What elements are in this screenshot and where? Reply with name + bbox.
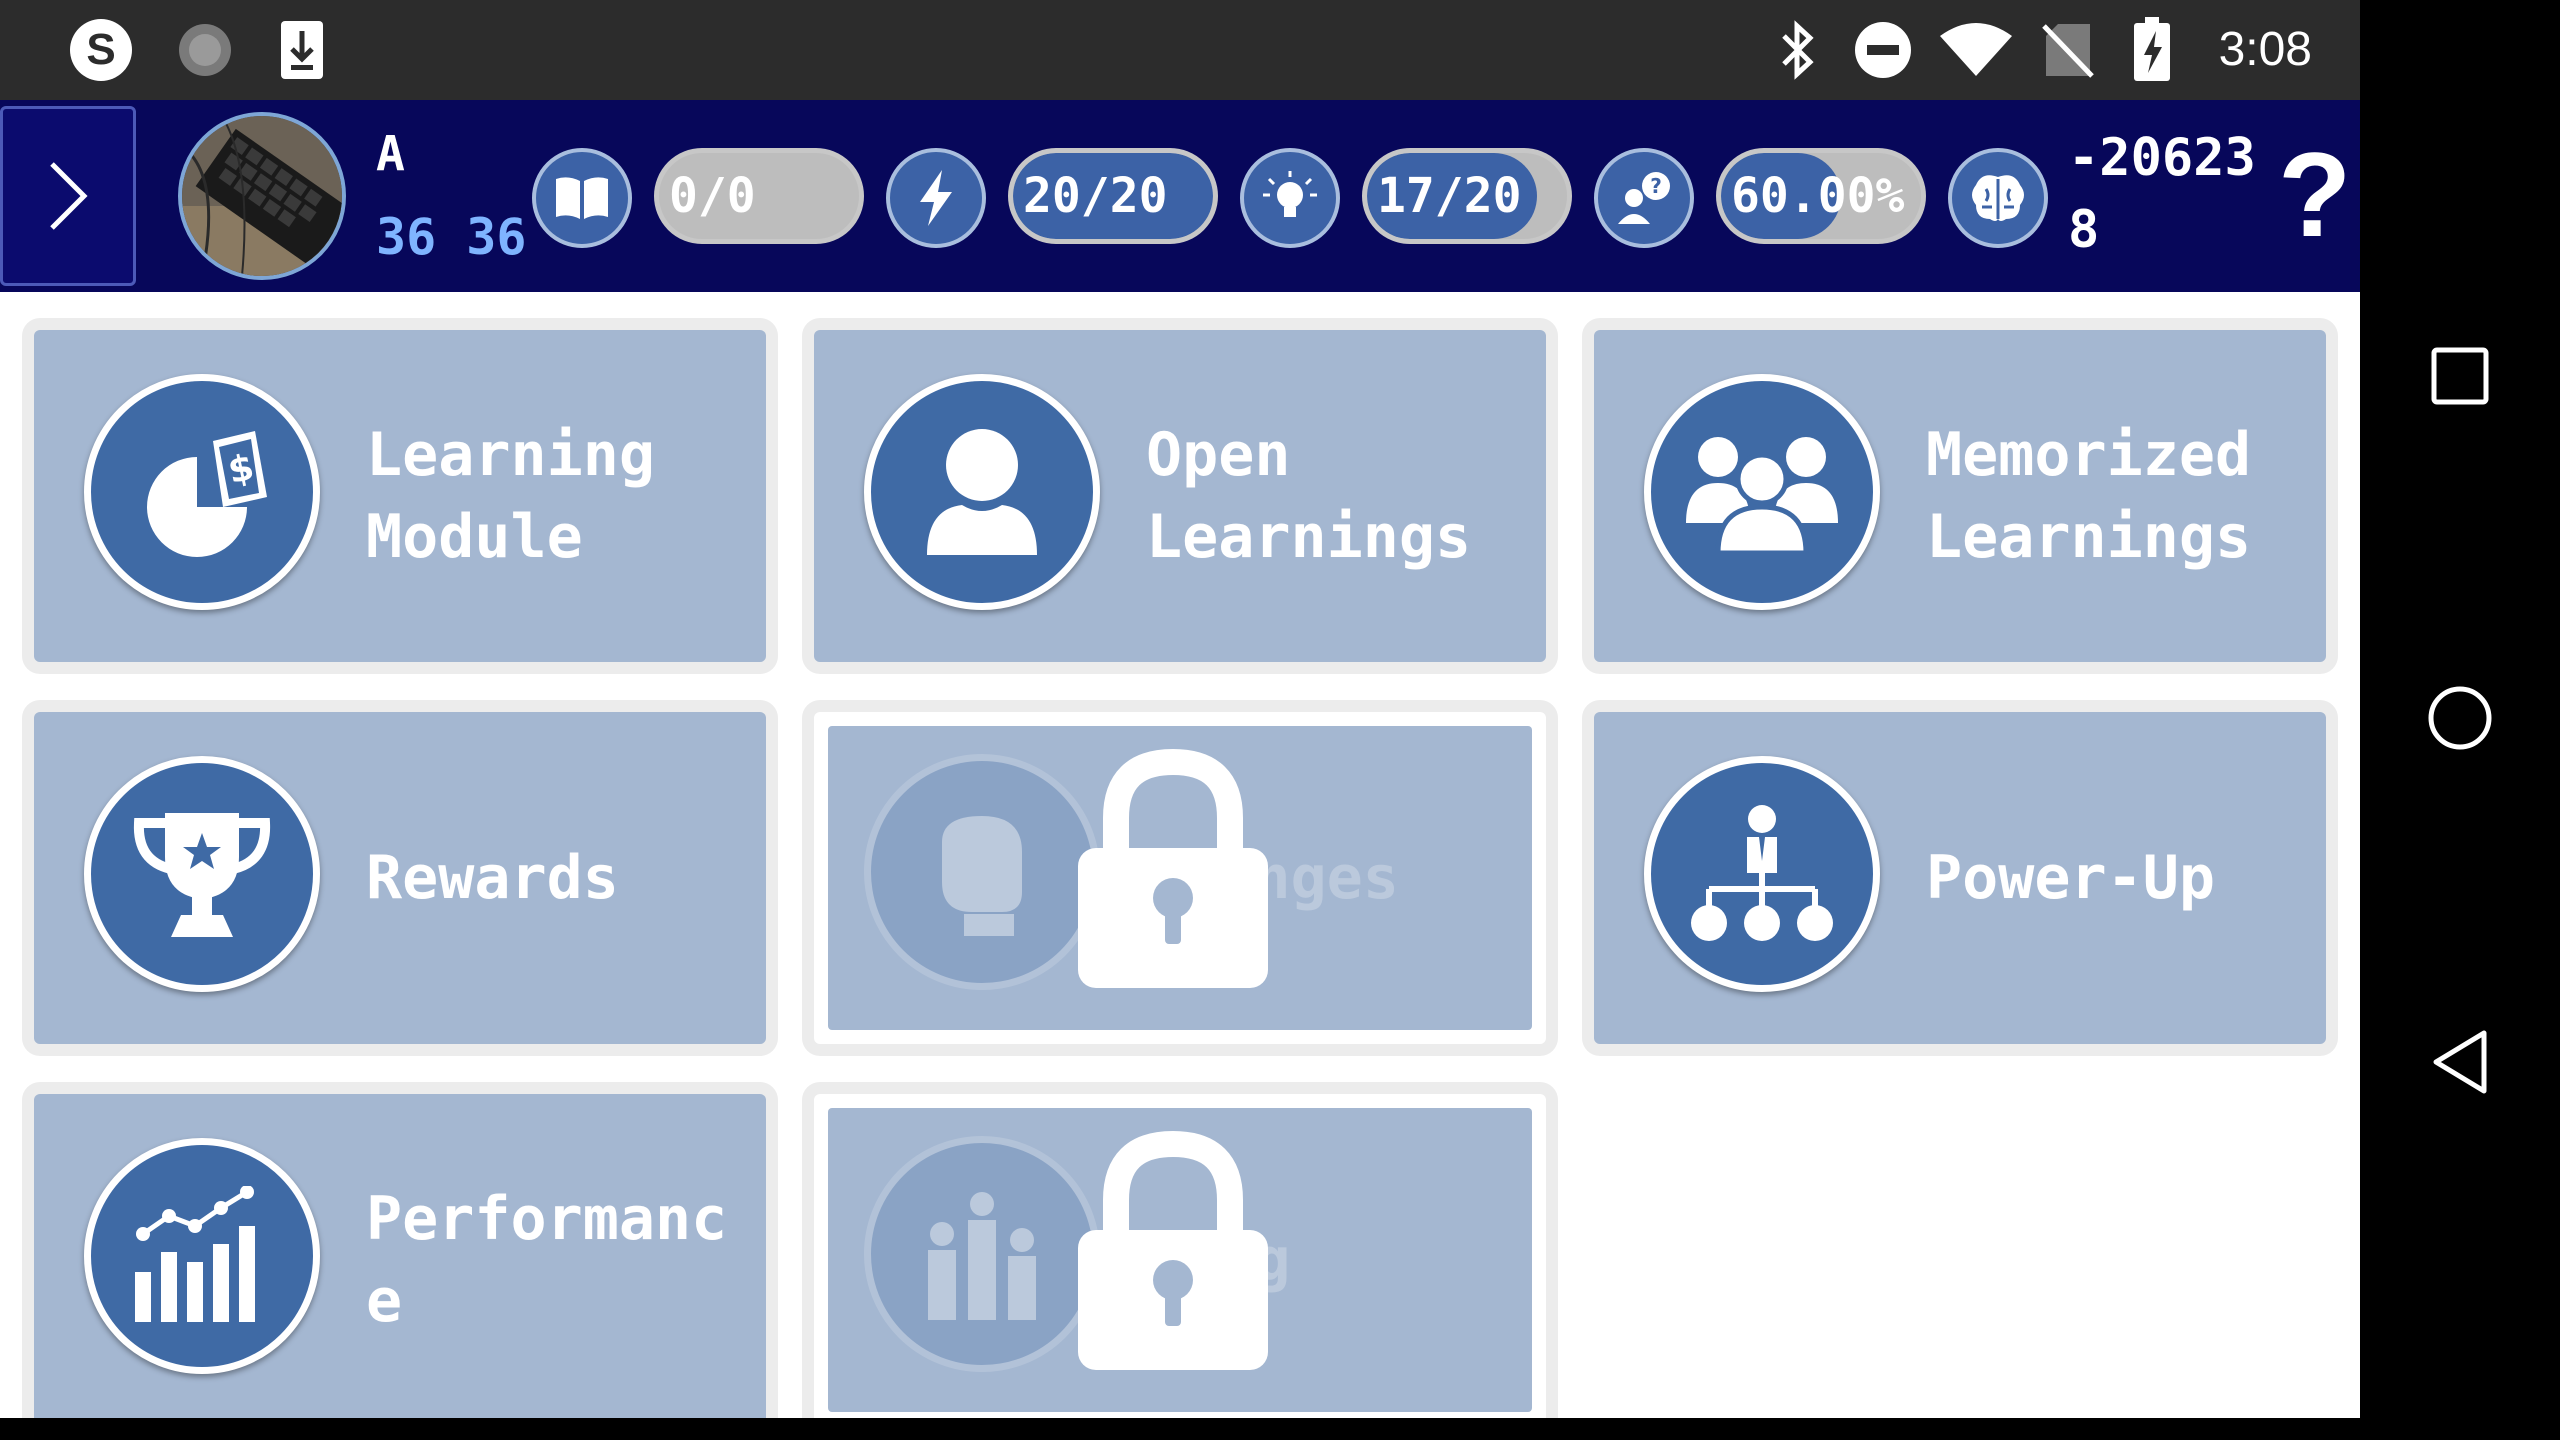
- download-icon: [272, 14, 332, 86]
- tile-label: Memorized Learnings: [1926, 420, 2252, 572]
- stat-ideas-pill: 17/20: [1362, 148, 1572, 244]
- drawer-toggle-button[interactable]: [0, 106, 136, 286]
- loading-icon: [168, 14, 242, 86]
- lightning-icon: [920, 170, 952, 226]
- status-bar: S 3:08: [0, 0, 2360, 100]
- user-question-icon: ?: [1618, 172, 1670, 224]
- stat-energy-button[interactable]: [886, 148, 986, 248]
- podium-icon: [864, 1136, 1100, 1372]
- tile-open-learnings[interactable]: Open Learnings: [802, 318, 1558, 674]
- person-icon: [864, 374, 1100, 610]
- home-icon: [2428, 686, 2492, 750]
- lightbulb-icon: [1263, 171, 1317, 217]
- app-content: A 36 36 0/0 20/20 17/20 ? 60.00% -20623 …: [0, 100, 2360, 1418]
- top-header: A 36 36 0/0 20/20 17/20 ? 60.00% -20623 …: [0, 100, 2360, 292]
- stat-learnings-value: 0/0: [669, 168, 756, 224]
- avatar[interactable]: [178, 112, 346, 280]
- recents-button[interactable]: [2410, 326, 2510, 426]
- tile-ranking-locked[interactable]: king: [802, 1082, 1558, 1418]
- stat-accuracy-pill: 60.00%: [1716, 148, 1926, 244]
- score-line-2: 8: [2068, 200, 2100, 260]
- group-icon: [1644, 374, 1880, 610]
- stat-energy-value: 20/20: [1023, 168, 1168, 224]
- bluetooth-icon: [1768, 14, 1828, 86]
- user-level: 36 36: [376, 208, 527, 266]
- stat-ideas-button[interactable]: [1240, 148, 1340, 248]
- tile-label: Open Learnings: [1146, 420, 1472, 572]
- stat-ideas-value: 17/20: [1377, 168, 1522, 224]
- svg-text:S: S: [86, 25, 115, 74]
- svg-text:?: ?: [1650, 174, 1662, 198]
- skype-icon: S: [64, 14, 138, 86]
- boxing-glove-icon: [864, 754, 1100, 990]
- status-time: 3:08: [2218, 23, 2312, 76]
- avatar-photo: [182, 116, 342, 276]
- battery-charging-icon: [2126, 14, 2178, 86]
- no-sim-icon: [2036, 14, 2100, 86]
- stat-accuracy-button[interactable]: ?: [1594, 148, 1694, 248]
- trophy-icon: [84, 756, 320, 992]
- org-chart-icon: [1644, 756, 1880, 992]
- tile-performance[interactable]: Performanc e: [22, 1082, 778, 1418]
- tile-power-up[interactable]: Power-Up: [1582, 700, 2338, 1056]
- tile-memorized-learnings[interactable]: Memorized Learnings: [1582, 318, 2338, 674]
- brain-button[interactable]: [1948, 148, 2048, 248]
- tile-label: Performanc e: [366, 1184, 728, 1336]
- help-button[interactable]: ?: [2278, 130, 2351, 260]
- lock-icon: [1078, 1130, 1268, 1370]
- back-icon: [2433, 1030, 2487, 1094]
- pie-chart-dollar-icon: $: [84, 374, 320, 610]
- score-line-1: -20623: [2068, 128, 2256, 188]
- lock-icon: [1078, 748, 1268, 988]
- tile-rewards[interactable]: Rewards: [22, 700, 778, 1056]
- stat-energy-pill: 20/20: [1008, 148, 1218, 244]
- stat-accuracy-value: 60.00%: [1731, 168, 1905, 224]
- chevron-right-icon: [50, 162, 88, 230]
- system-nav-bar: [2360, 0, 2560, 1440]
- tile-label: Power-Up: [1926, 843, 2215, 913]
- score-value: -20623 8: [2068, 122, 2256, 266]
- brain-icon: [1972, 175, 2024, 221]
- wifi-icon: [1936, 14, 2016, 86]
- tile-challenges-locked[interactable]: llenges: [802, 700, 1558, 1056]
- tile-label: Rewards: [366, 843, 619, 913]
- stat-learnings-pill: 0/0: [654, 148, 864, 244]
- growth-chart-icon: [84, 1138, 320, 1374]
- stat-book-button[interactable]: [532, 148, 632, 248]
- home-button[interactable]: [2410, 668, 2510, 768]
- back-button[interactable]: [2410, 1012, 2510, 1112]
- tile-learning-module[interactable]: $ Learning Module: [22, 318, 778, 674]
- do-not-disturb-icon: [1850, 14, 1916, 86]
- recents-icon: [2431, 347, 2489, 405]
- user-name: A: [376, 126, 405, 182]
- book-icon: [556, 177, 608, 219]
- tile-label: Learning Module: [366, 420, 655, 572]
